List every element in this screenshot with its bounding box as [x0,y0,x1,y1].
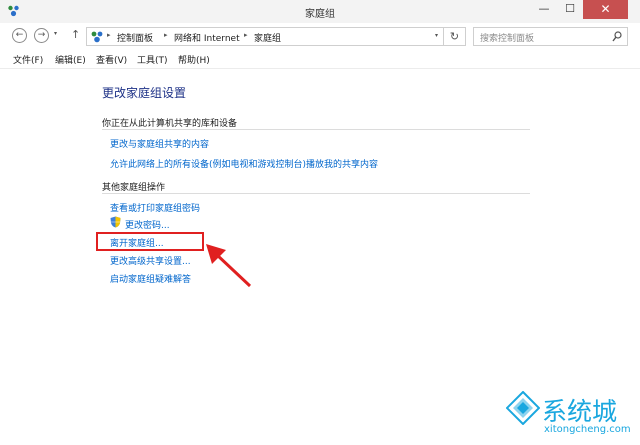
watermark-brand: 系统城 [542,397,618,426]
breadcrumb-separator-icon[interactable]: ▸ [244,31,248,39]
breadcrumb-control-panel[interactable]: 控制面板 [117,31,153,44]
search-placeholder[interactable]: 搜索控制面板 [480,31,534,44]
section-divider [102,193,530,194]
uac-shield-icon [110,216,121,228]
watermark-domain: xitongcheng.com [544,424,631,435]
forward-button[interactable]: → [34,28,49,43]
advanced-sharing-settings-link[interactable]: 更改高级共享设置... [110,254,191,267]
menu-edit[interactable]: 编辑(E) [55,53,86,66]
breadcrumb-network-internet[interactable]: 网络和 Internet [174,31,240,44]
section-divider [102,129,530,130]
search-box[interactable]: 搜索控制面板 [473,27,628,46]
change-password-link[interactable]: 更改密码... [125,218,170,231]
breadcrumb-separator-icon[interactable]: ▸ [107,31,111,39]
address-bar[interactable]: ▸ 控制面板 ▸ 网络和 Internet ▸ 家庭组 ▾ [86,27,444,46]
up-button[interactable]: ↑ [71,28,80,41]
close-button[interactable]: ✕ [583,0,628,19]
highlight-box [96,232,204,251]
breadcrumb-homegroup[interactable]: 家庭组 [254,31,281,44]
maximize-button[interactable]: ☐ [557,0,583,19]
homegroup-troubleshooter-link[interactable]: 启动家庭组疑难解答 [110,272,191,285]
section-shared-libraries-title: 你正在从此计算机共享的库和设备 [102,119,238,129]
breadcrumb-separator-icon[interactable]: ▸ [164,31,168,39]
view-print-password-link[interactable]: 查看或打印家庭组密码 [110,201,200,214]
content-divider [0,68,640,69]
minimize-button[interactable]: — [531,0,557,19]
allow-devices-stream-link[interactable]: 允许此网络上的所有设备(例如电视和游戏控制台)播放我的共享内容 [110,157,378,170]
navigation-bar: ← → ▾ ↑ ▸ 控制面板 ▸ 网络和 Internet ▸ 家庭组 ▾ ↻ … [0,23,640,50]
watermark-logo: 系统城 xitongcheng.com [500,388,640,445]
search-icon[interactable] [612,31,622,42]
title-bar: 家庭组 — ☐ ✕ [0,0,640,23]
watermark-logo-icon [506,391,540,425]
control-panel-icon [91,31,103,43]
recent-locations-dropdown[interactable]: ▾ [54,30,57,37]
refresh-button[interactable]: ↻ [444,27,466,46]
menu-tools[interactable]: 工具(T) [137,53,168,66]
change-shared-content-link[interactable]: 更改与家庭组共享的内容 [110,137,209,150]
address-dropdown-icon[interactable]: ▾ [435,32,438,39]
section-other-actions-title: 其他家庭组操作 [102,183,166,193]
menu-view[interactable]: 查看(V) [96,53,127,66]
menu-bar: 文件(F) 编辑(E) 查看(V) 工具(T) 帮助(H) [0,50,640,68]
annotation-arrow-icon [206,244,252,288]
menu-file[interactable]: 文件(F) [13,53,43,66]
page-title: 更改家庭组设置 [102,86,187,100]
back-button[interactable]: ← [12,28,27,43]
menu-help[interactable]: 帮助(H) [178,53,210,66]
